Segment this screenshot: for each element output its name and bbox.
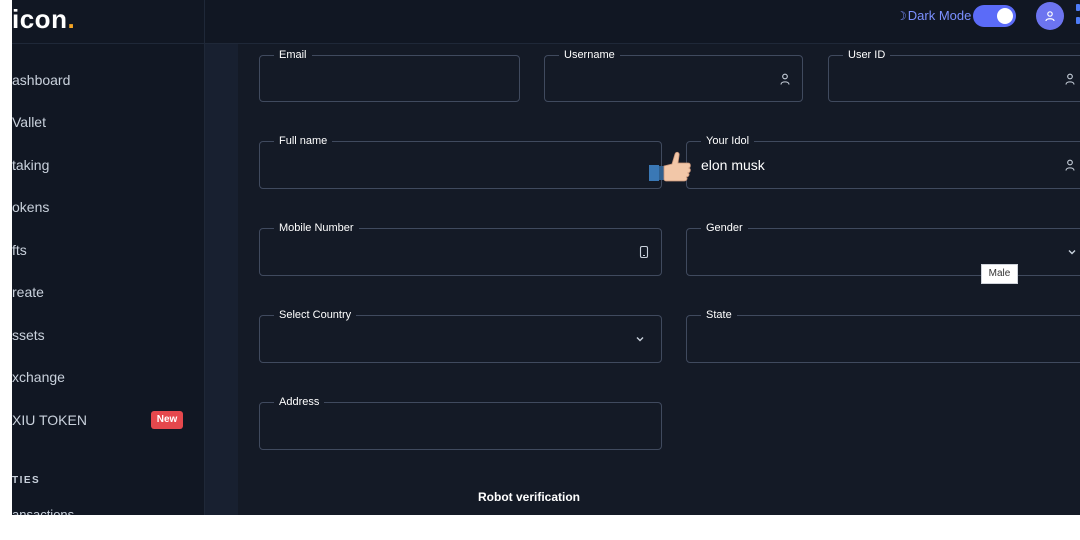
dark-mode-toggle[interactable] — [973, 5, 1016, 27]
user-id-field[interactable]: User ID — [828, 48, 1080, 102]
user-icon — [1045, 11, 1055, 22]
menu-edge-icon[interactable] — [1076, 4, 1080, 26]
gender-tooltip: Male — [981, 264, 1018, 284]
email-label: Email — [274, 48, 312, 62]
username-label: Username — [559, 48, 620, 62]
chevron-down-icon — [636, 337, 644, 342]
sidebar-item-label: fts — [12, 242, 27, 258]
user-icon — [1065, 159, 1075, 171]
moon-icon: ☽ — [896, 8, 907, 23]
content-gutter — [205, 44, 238, 515]
sidebar-item-label: ashboard — [12, 72, 71, 88]
sidebar-item-dashboard[interactable]: ashboard — [12, 67, 205, 93]
thumbs-up-icon — [649, 151, 691, 182]
brand-logo[interactable]: icon. — [12, 4, 75, 35]
full-name-field[interactable]: Full name — [259, 134, 662, 189]
sidebar-section-title: TIES — [12, 475, 41, 486]
sidebar-item-gifts[interactable]: fts — [12, 237, 205, 263]
full-name-label: Full name — [274, 134, 333, 148]
country-label: Select Country — [274, 308, 357, 322]
sidebar-item-label: xchange — [12, 369, 65, 385]
top-bar: icon. ☽ Dark Mode — [12, 0, 1080, 44]
state-label: State — [701, 308, 737, 322]
address-label: Address — [274, 395, 325, 409]
idol-field[interactable]: Your Idol elon musk — [686, 134, 1080, 189]
robot-verification-label: Robot verification — [478, 490, 581, 504]
sidebar-item-label: Vallet — [12, 114, 46, 130]
idol-value: elon musk — [701, 157, 765, 173]
toggle-knob — [997, 8, 1013, 24]
idol-label: Your Idol — [701, 134, 755, 148]
sidebar-item-wallet[interactable]: Vallet — [12, 109, 205, 135]
user-id-label: User ID — [843, 48, 891, 62]
sidebar-item-create[interactable]: reate — [12, 279, 205, 305]
user-icon — [780, 73, 790, 85]
sidebar: ashboard Vallet taking okens fts reate s… — [12, 44, 205, 515]
phone-icon — [639, 245, 649, 259]
brand-area: icon. — [12, 0, 205, 44]
mobile-number-field[interactable]: Mobile Number — [259, 221, 662, 276]
sidebar-item-label: okens — [12, 199, 50, 215]
sidebar-item-transactions[interactable]: ansactions — [12, 507, 74, 515]
sidebar-item-assets[interactable]: ssets — [12, 322, 205, 348]
gender-select[interactable]: Gender — [686, 221, 1080, 276]
sidebar-item-label: reate — [12, 284, 44, 300]
sidebar-item-label: XIU TOKEN — [12, 412, 87, 428]
sidebar-item-staking[interactable]: taking — [12, 152, 205, 178]
sidebar-item-tokens[interactable]: okens — [12, 194, 205, 220]
email-field[interactable]: Email — [259, 48, 520, 102]
sidebar-item-token[interactable]: XIU TOKEN New — [12, 407, 205, 433]
app-window: icon. ☽ Dark Mode ashboard Vallet taking… — [12, 0, 1080, 515]
user-icon — [1065, 73, 1075, 85]
avatar[interactable] — [1036, 2, 1064, 30]
sidebar-item-label: ssets — [12, 327, 45, 343]
sidebar-item-label: taking — [12, 157, 50, 173]
dark-mode-label: Dark Mode — [907, 8, 972, 23]
chevron-down-icon — [1068, 250, 1076, 255]
sidebar-item-exchange[interactable]: xchange — [12, 364, 205, 390]
address-field[interactable]: Address — [259, 395, 662, 450]
brand-dot: . — [67, 4, 76, 34]
gender-label: Gender — [701, 221, 748, 235]
dark-mode-label-group[interactable]: ☽ Dark Mode — [896, 8, 971, 23]
mobile-number-label: Mobile Number — [274, 221, 359, 235]
country-select[interactable]: Select Country — [259, 308, 662, 363]
new-badge: New — [151, 411, 183, 429]
brand-text: icon — [12, 4, 68, 34]
state-field[interactable]: State — [686, 308, 1080, 363]
username-field[interactable]: Username — [544, 48, 803, 102]
